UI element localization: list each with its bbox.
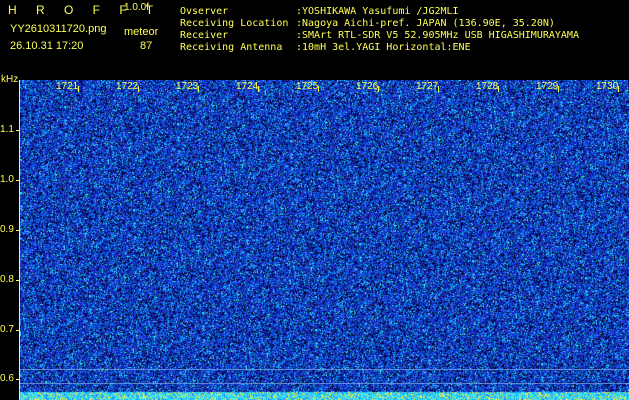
capture-datetime: 26.10.31 17:20 xyxy=(10,40,84,52)
station-row-location: Receiving Location :Nagoya Aichi-pref. J… xyxy=(180,18,579,30)
y-tick-mark xyxy=(16,180,20,181)
time-tick-label: 1730 xyxy=(596,81,619,92)
y-tick-mark xyxy=(16,379,20,380)
time-tick-mark xyxy=(138,86,139,92)
time-tick-mark xyxy=(558,86,559,92)
app-version: 1.0.0f xyxy=(124,2,150,13)
station-value: :Nagoya Aichi-pref. JAPAN (136.90E, 35.2… xyxy=(296,18,555,29)
y-tick-mark xyxy=(16,280,20,281)
time-tick-mark xyxy=(258,86,259,92)
time-tick-mark xyxy=(618,86,619,92)
y-tick-mark xyxy=(16,330,20,331)
time-tick-mark xyxy=(318,86,319,92)
time-tick-mark xyxy=(438,86,439,92)
hrofft-window: H R O F F T 1.0.0f YY2610311720.png mete… xyxy=(0,0,629,400)
mode-label: meteor xyxy=(124,26,159,38)
time-tick-label: 1722 xyxy=(116,81,139,92)
station-value: :10mH 3el.YAGI Horizontal:ENE xyxy=(296,42,471,53)
time-tick-label: 1728 xyxy=(476,81,499,92)
time-tick-mark xyxy=(498,86,499,92)
time-tick-label: 1723 xyxy=(176,81,199,92)
time-tick-label: 1727 xyxy=(416,81,439,92)
meteor-count: 87 xyxy=(140,40,153,52)
y-tick-mark xyxy=(16,230,20,231)
station-label: Receiving Location xyxy=(180,18,289,29)
station-value: :SMArt RTL-SDR V5 52.905MHz USB HIGASHIM… xyxy=(296,30,579,41)
y-tick-mark xyxy=(16,130,20,131)
time-tick-label: 1726 xyxy=(356,81,379,92)
time-tick-label: 1721 xyxy=(56,81,79,92)
time-tick-label: 1729 xyxy=(536,81,559,92)
file-name: YY2610311720.png xyxy=(10,23,107,35)
station-row-antenna: Receiving Antenna :10mH 3el.YAGI Horizon… xyxy=(180,42,579,54)
time-tick-mark xyxy=(78,86,79,92)
time-tick-label: 1724 xyxy=(236,81,259,92)
station-label: Receiver xyxy=(180,30,229,41)
station-label: Receiving Antenna xyxy=(180,42,283,53)
station-row-observer: Ovserver :YOSHIKAWA Yasufumi /JG2MLI xyxy=(180,6,579,18)
frequency-unit-label: kHz xyxy=(1,74,19,85)
station-info: Ovserver :YOSHIKAWA Yasufumi /JG2MLI Rec… xyxy=(180,6,579,54)
time-tick-mark xyxy=(198,86,199,92)
frequency-axis-line xyxy=(19,80,20,400)
reference-line-lower xyxy=(20,383,629,384)
reference-line-upper xyxy=(20,369,629,370)
station-label: Ovserver xyxy=(180,6,229,17)
station-value: :YOSHIKAWA Yasufumi /JG2MLI xyxy=(296,6,459,17)
waterfall-spectrogram xyxy=(20,80,629,400)
time-tick-mark xyxy=(378,86,379,92)
station-row-receiver: Receiver :SMArt RTL-SDR V5 52.905MHz USB… xyxy=(180,30,579,42)
time-tick-label: 1725 xyxy=(296,81,319,92)
